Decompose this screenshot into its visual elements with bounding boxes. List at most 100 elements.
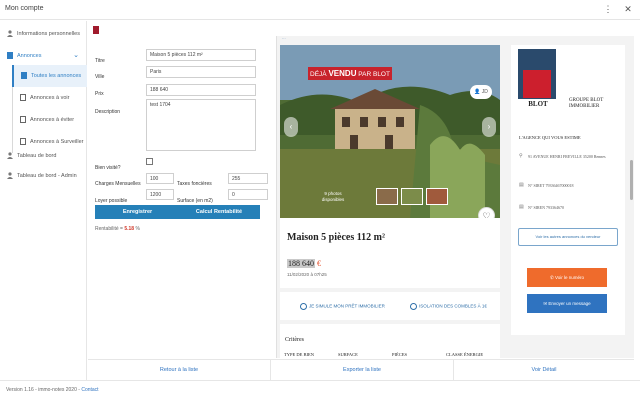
loyer-label: Loyer possible xyxy=(95,198,128,204)
badge-pre: DÉJÀ xyxy=(310,71,327,78)
listing-price: 188 640 € xyxy=(287,259,321,268)
description-label: Description xyxy=(95,109,121,115)
photo-thumbnail[interactable] xyxy=(401,188,423,205)
criteria-section: Critères TYPE DE BIEN SURFACE PIÈCES CLA… xyxy=(280,324,500,360)
simulate-loan-link[interactable]: JE SIMULE MON PRÊT IMMOBILIER xyxy=(300,303,385,310)
sidebar-item-tableau-de-bord-admin[interactable]: Tableau de bord - Admin xyxy=(0,165,87,187)
version-text: Version 1.16 - immo-notes 2020 - xyxy=(6,387,80,393)
description-textarea[interactable]: test 1704 xyxy=(146,99,256,151)
prev-photo-icon[interactable]: ‹ xyxy=(284,117,298,137)
sidebar-item-label: Toutes les annonces xyxy=(31,73,82,79)
chevron-down-icon: ⌄ xyxy=(73,52,79,59)
document-icon: ▤ xyxy=(519,183,524,188)
calc-rentabilite-button[interactable]: Calcul Rentabilité xyxy=(178,205,260,219)
criteria-header: PIÈCES xyxy=(392,352,408,357)
services-row: JE SIMULE MON PRÊT IMMOBILIER ISOLATION … xyxy=(280,292,500,320)
user-icon xyxy=(7,152,13,159)
call-button[interactable]: ✆ Voir le numéro xyxy=(527,268,607,287)
window-menu-icon[interactable]: ⋮ xyxy=(602,3,614,15)
sidebar-item-infos[interactable]: Informations personnelles xyxy=(0,23,87,45)
agency-card: BLOT GROUPE BLOT IMMOBILIER L'AGENCE QUI… xyxy=(511,45,625,335)
view-detail-button[interactable]: Voir Détail xyxy=(454,360,634,380)
sidebar-item-annonces-a-voir[interactable]: Annonces à voir xyxy=(12,87,87,109)
close-icon[interactable]: ✕ xyxy=(622,3,634,15)
rentabilite-unit: % xyxy=(135,226,140,232)
price-value: 188 640 xyxy=(287,259,315,268)
agent-chip[interactable]: 👤 JD xyxy=(470,85,492,99)
photo-count: 9 photos disponibles xyxy=(321,191,345,202)
taxes-input[interactable]: 255 xyxy=(228,173,268,184)
contact-link[interactable]: Contact xyxy=(81,387,98,393)
message-button-label: Envoyer un message xyxy=(548,301,591,306)
user-icon xyxy=(7,172,13,179)
bien-visite-checkbox[interactable] xyxy=(146,158,153,165)
sidebar-item-label: Annonces à éviter xyxy=(30,117,75,123)
sidebar-item-label: Annonces à voir xyxy=(30,95,70,101)
insulation-link[interactable]: ISOLATION DES COMBLES À 1€ xyxy=(410,303,487,310)
sidebar-item-annonces[interactable]: Annonces ⌄ xyxy=(0,45,87,67)
rentabilite-value: 5.18 xyxy=(124,226,135,232)
square-icon xyxy=(20,94,26,101)
taxes-label: Taxes foncières xyxy=(177,181,212,187)
scrollbar[interactable] xyxy=(630,160,633,200)
agency-name: GROUPE BLOT IMMOBILIER xyxy=(569,98,604,109)
ville-label: Ville xyxy=(95,74,105,80)
sidebar: Informations personnelles Annonces ⌄ Tou… xyxy=(0,21,87,380)
save-button[interactable]: Enregistrer xyxy=(95,205,180,219)
insulation-label: ISOLATION DES COMBLES À 1€ xyxy=(419,303,487,309)
badge-post: PAR BLOT xyxy=(358,71,390,78)
rentabilite-result: Rentabilité = 5.18 % xyxy=(95,226,140,232)
sidebar-item-label: Informations personnelles xyxy=(17,31,80,37)
prix-input[interactable]: 188 640 xyxy=(146,84,256,96)
sidebar-item-tableau-de-bord[interactable]: Tableau de bord xyxy=(0,145,87,167)
charges-label: Charges Mensuelles xyxy=(95,181,141,187)
app-window: Mon compte ⋮ ✕ Informations personnelles… xyxy=(0,0,640,400)
agency-address-text: 91 AVENUE HENRI FREVILLE 35200 Rennes xyxy=(528,154,606,159)
action-bar: Retour à la liste Exporter la liste Voir… xyxy=(88,359,634,380)
charges-input[interactable]: 100 xyxy=(146,173,174,184)
ville-input[interactable]: Paris xyxy=(146,66,256,78)
sold-badge: DÉJÀ VENDU PAR BLOT xyxy=(308,67,392,80)
house-icon xyxy=(410,303,417,310)
loyer-input[interactable]: 1200 xyxy=(146,189,174,200)
document-icon: ▤ xyxy=(519,205,524,210)
footer-text: Version 1.16 - immo-notes 2020 - Contact xyxy=(6,387,99,393)
sidebar-item-label: Tableau de bord - Admin xyxy=(17,173,77,179)
listing-photo[interactable]: DÉJÀ VENDU PAR BLOT 👤 JD ‹ › 9 photos di… xyxy=(280,45,500,218)
photo-thumbnail[interactable] xyxy=(376,188,398,205)
agency-siren-text: N° SIREN 793364670 xyxy=(528,205,565,210)
bookmark-icon xyxy=(93,26,99,34)
list-icon xyxy=(7,52,13,59)
sidebar-item-toutes-annonces[interactable]: Toutes les annonces xyxy=(12,65,87,87)
back-to-list-button[interactable]: Retour à la liste xyxy=(88,360,271,380)
export-list-button[interactable]: Exporter la liste xyxy=(271,360,454,380)
listing-title: Maison 5 pièces 112 m² xyxy=(287,232,385,243)
breadcrumb[interactable]: ... xyxy=(282,35,286,40)
agency-logo-text: BLOT xyxy=(528,100,548,108)
title-bar: Mon compte ⋮ ✕ xyxy=(0,0,640,20)
criteria-header: CLASSE ÉNERGIE xyxy=(446,352,484,357)
listing-edit-form: Titre Maison 5 pièces 112 m² Ville Paris… xyxy=(88,21,268,359)
photo-thumbnail[interactable] xyxy=(426,188,448,205)
next-photo-icon[interactable]: › xyxy=(482,117,496,137)
user-icon xyxy=(7,30,13,37)
price-currency: € xyxy=(317,259,321,268)
square-icon xyxy=(20,116,26,123)
sidebar-item-label: Tableau de bord xyxy=(17,153,57,159)
map-pin-icon: ⚲ xyxy=(519,154,523,159)
titre-input[interactable]: Maison 5 pièces 112 m² xyxy=(146,49,256,61)
other-ads-button[interactable]: Voir les autres annonces du vendeur xyxy=(518,228,618,246)
sidebar-item-annonces-a-eviter[interactable]: Annonces à éviter xyxy=(12,109,87,131)
badge-bold: VENDU xyxy=(328,69,357,78)
agency-slogan: L'AGENCE QUI VOUS ESTIME xyxy=(519,135,581,140)
message-button[interactable]: ✉ Envoyer un message xyxy=(527,294,607,313)
simulate-loan-label: JE SIMULE MON PRÊT IMMOBILIER xyxy=(309,303,385,309)
listing-date: 11/02/2020 à 07h25 xyxy=(287,272,327,277)
surface-input[interactable]: 0 xyxy=(228,189,268,200)
agency-logo xyxy=(523,70,551,98)
calculator-icon xyxy=(300,303,307,310)
agent-initials: JD xyxy=(481,89,488,95)
square-icon xyxy=(20,138,26,145)
criteria-header: TYPE DE BIEN xyxy=(284,352,314,357)
call-button-label: Voir le numéro xyxy=(555,275,585,280)
